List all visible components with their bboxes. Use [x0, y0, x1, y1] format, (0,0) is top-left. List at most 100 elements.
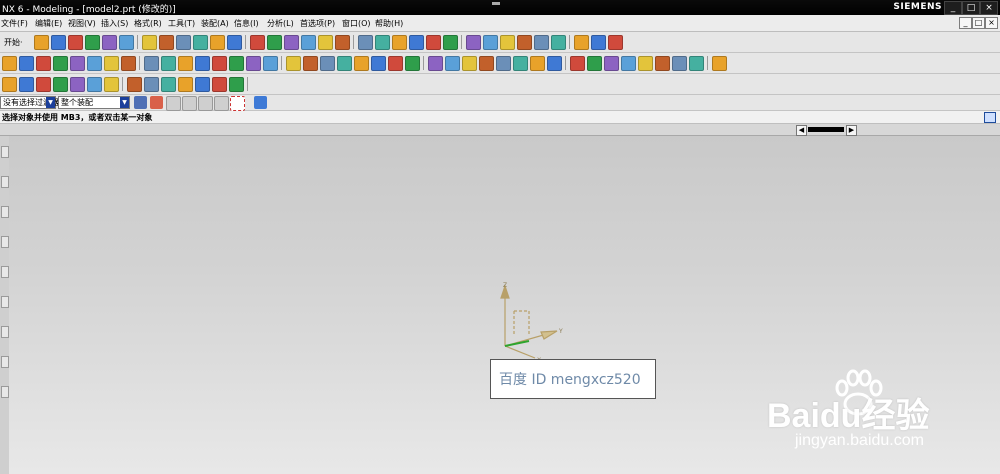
- minimize-button[interactable]: _: [944, 1, 962, 15]
- line-icon[interactable]: [121, 56, 136, 71]
- palettes-tab[interactable]: [1, 386, 9, 398]
- save-icon[interactable]: [85, 35, 100, 50]
- redo-icon[interactable]: [176, 35, 191, 50]
- rotate-icon[interactable]: [301, 35, 316, 50]
- offset-face-icon[interactable]: [428, 56, 443, 71]
- mdi-close-button[interactable]: ×: [985, 17, 998, 29]
- wrap-icon[interactable]: [513, 56, 528, 71]
- delete-face-icon[interactable]: [672, 56, 687, 71]
- system-materials-tab[interactable]: [1, 266, 9, 278]
- undo-icon[interactable]: [159, 35, 174, 50]
- intersect-icon[interactable]: [263, 56, 278, 71]
- wcs-icon[interactable]: [426, 35, 441, 50]
- datum-icon[interactable]: [466, 35, 481, 50]
- zoom-icon[interactable]: [250, 35, 265, 50]
- curve-icon[interactable]: [2, 77, 17, 92]
- new-icon[interactable]: [51, 35, 66, 50]
- scroll-thumb[interactable]: [808, 127, 844, 132]
- spline-icon[interactable]: [19, 77, 34, 92]
- shade-icon[interactable]: [335, 35, 350, 50]
- tube-icon[interactable]: [570, 56, 585, 71]
- menu-edit[interactable]: 编辑(E): [35, 18, 62, 29]
- open-icon[interactable]: [68, 35, 83, 50]
- arc-icon[interactable]: [144, 56, 159, 71]
- chamfer-icon[interactable]: [303, 56, 318, 71]
- scale-icon[interactable]: [445, 56, 460, 71]
- scope-filter-select[interactable]: 整个装配 ▼: [58, 96, 130, 109]
- revolve-icon[interactable]: [36, 56, 51, 71]
- web-browser-tab[interactable]: [1, 356, 9, 368]
- menu-file[interactable]: 文件(F): [1, 18, 28, 29]
- mdi-restore-button[interactable]: □: [972, 17, 985, 29]
- menu-insert[interactable]: 插入(S): [101, 18, 128, 29]
- surface-icon[interactable]: [104, 77, 119, 92]
- draft-icon[interactable]: [337, 56, 352, 71]
- menu-tools[interactable]: 工具(T): [168, 18, 195, 29]
- status-icon[interactable]: [984, 112, 996, 123]
- wrench-icon[interactable]: [210, 35, 225, 50]
- helix-icon[interactable]: [36, 77, 51, 92]
- menu-analysis[interactable]: 分析(L): [267, 18, 294, 29]
- trim-body-icon[interactable]: [388, 56, 403, 71]
- section-icon[interactable]: [409, 35, 424, 50]
- snap-point-icon[interactable]: [150, 96, 163, 109]
- edge-blend-icon[interactable]: [286, 56, 301, 71]
- cut-icon[interactable]: [102, 35, 117, 50]
- general-selection-intent-icon[interactable]: [134, 96, 147, 109]
- face-rule-icon[interactable]: [182, 96, 197, 111]
- split-body-icon[interactable]: [405, 56, 420, 71]
- view-orient-icon[interactable]: [358, 35, 373, 50]
- subtract-icon[interactable]: [246, 56, 261, 71]
- resource-scroller[interactable]: ◀ ▶: [796, 125, 858, 136]
- render-style-icon[interactable]: [375, 35, 390, 50]
- select-icon[interactable]: [193, 35, 208, 50]
- sweep-icon[interactable]: [547, 56, 562, 71]
- start-icon[interactable]: [34, 35, 49, 50]
- layer-icon[interactable]: [591, 35, 606, 50]
- sketch-icon[interactable]: [2, 56, 17, 71]
- select-by-name-icon[interactable]: [198, 96, 213, 111]
- maximize-button[interactable]: □: [962, 1, 980, 15]
- measure-icon[interactable]: [517, 35, 532, 50]
- close-button[interactable]: ×: [980, 1, 998, 15]
- unite-face-icon[interactable]: [655, 56, 670, 71]
- slot-icon[interactable]: [621, 56, 636, 71]
- n-sided-icon[interactable]: [195, 77, 210, 92]
- reset-filter-icon[interactable]: [214, 96, 229, 111]
- boss-icon[interactable]: [70, 56, 85, 71]
- chevron-down-icon[interactable]: ▼: [46, 97, 55, 108]
- roles-tab[interactable]: [1, 326, 9, 338]
- curve-rule-icon[interactable]: [166, 96, 181, 111]
- emboss-icon[interactable]: [530, 56, 545, 71]
- pocket-icon[interactable]: [87, 56, 102, 71]
- menu-preferences[interactable]: 首选项(P): [300, 18, 335, 29]
- mdi-minimize-button[interactable]: _: [959, 17, 972, 29]
- point-icon[interactable]: [483, 35, 498, 50]
- menu-information[interactable]: 信息(I): [234, 18, 259, 29]
- chevron-down-icon[interactable]: ▼: [120, 97, 129, 108]
- hole-icon[interactable]: [53, 56, 68, 71]
- pattern-icon[interactable]: [354, 56, 369, 71]
- replace-face-icon[interactable]: [689, 56, 704, 71]
- menu-window[interactable]: 窗口(O): [342, 18, 371, 29]
- display-icon[interactable]: [608, 35, 623, 50]
- history-tab[interactable]: [1, 236, 9, 248]
- snap-icon[interactable]: [500, 35, 515, 50]
- menu-help[interactable]: 帮助(H): [375, 18, 403, 29]
- select-bodies-icon[interactable]: [254, 96, 267, 109]
- sew-icon[interactable]: [479, 56, 494, 71]
- part-nav-icon[interactable]: [551, 35, 566, 50]
- scroll-right-icon[interactable]: ▶: [846, 125, 857, 136]
- move-face-icon[interactable]: [712, 56, 727, 71]
- menu-assembly[interactable]: 装配(A): [201, 18, 229, 29]
- law-icon[interactable]: [229, 77, 244, 92]
- perspective-icon[interactable]: [318, 35, 333, 50]
- extrude-icon[interactable]: [19, 56, 34, 71]
- extension-icon[interactable]: [212, 77, 227, 92]
- rib-icon[interactable]: [587, 56, 602, 71]
- block-icon[interactable]: [161, 56, 176, 71]
- zoom-window-icon[interactable]: [267, 35, 282, 50]
- copy-icon[interactable]: [119, 35, 134, 50]
- menu-view[interactable]: 视图(V): [68, 18, 96, 29]
- pan-icon[interactable]: [284, 35, 299, 50]
